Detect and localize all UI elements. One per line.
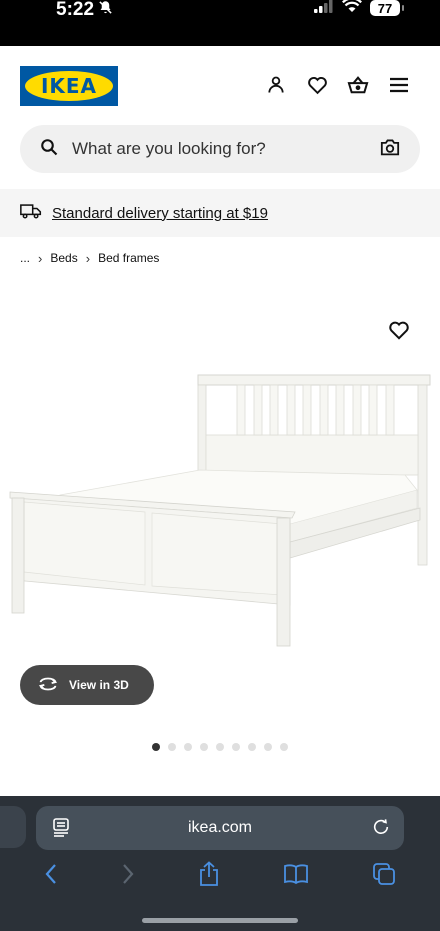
logo-oval: IKEA — [25, 71, 113, 101]
share-icon[interactable] — [198, 860, 220, 892]
breadcrumb-ellipsis[interactable]: ... — [20, 251, 30, 265]
status-time: 5:22 — [56, 0, 113, 19]
reload-icon[interactable] — [372, 817, 390, 842]
signal-icon — [314, 0, 334, 18]
safari-browser-chrome: ikea.com — [0, 796, 440, 931]
battery-level: 77 — [377, 0, 393, 16]
menu-hamburger-icon[interactable] — [388, 74, 410, 96]
search-icon — [40, 138, 58, 161]
bookmarks-book-icon[interactable] — [283, 863, 309, 890]
logo-text: IKEA — [40, 74, 98, 98]
battery-indicator: 77 — [370, 0, 404, 16]
search-bar[interactable]: What are you looking for? — [20, 125, 420, 173]
url-text[interactable]: ikea.com — [188, 819, 252, 837]
previous-tab-peek[interactable] — [0, 806, 26, 848]
silent-bell-icon — [98, 0, 113, 19]
ikea-logo[interactable]: IKEA — [20, 66, 118, 106]
header-actions — [265, 74, 410, 96]
breadcrumb: ... › Beds › Bed frames — [20, 249, 159, 267]
view-in-3d-label: View in 3D — [69, 678, 129, 692]
delivery-link[interactable]: Standard delivery starting at $19 — [52, 205, 268, 222]
home-indicator[interactable] — [142, 918, 298, 923]
rotate-3d-icon — [37, 677, 59, 694]
search-input[interactable]: What are you looking for? — [72, 139, 380, 159]
browser-toolbar — [0, 858, 440, 894]
clock: 5:22 — [56, 0, 95, 20]
carousel-dot[interactable] — [168, 743, 176, 751]
product-gallery: View in 3D — [0, 280, 440, 780]
status-bar: 5:22 77 — [0, 0, 440, 46]
delivery-banner[interactable]: Standard delivery starting at $19 — [0, 189, 440, 237]
carousel-dot[interactable] — [152, 743, 160, 751]
site-header: IKEA — [0, 46, 440, 126]
product-image-bed-frame — [9, 374, 431, 647]
breadcrumb-item-beds[interactable]: Beds — [50, 251, 77, 265]
shopping-basket-icon[interactable] — [347, 74, 369, 96]
chevron-right-icon: › — [85, 250, 91, 266]
back-chevron-icon[interactable] — [44, 863, 58, 890]
favorites-heart-icon[interactable] — [306, 74, 328, 96]
image-carousel-dots — [152, 743, 288, 751]
view-in-3d-button[interactable]: View in 3D — [20, 665, 154, 705]
delivery-truck-icon — [20, 203, 42, 224]
tabs-icon[interactable] — [372, 862, 396, 891]
carousel-dot[interactable] — [264, 743, 272, 751]
status-indicators: 77 — [314, 0, 404, 18]
camera-search-icon[interactable] — [380, 138, 400, 161]
carousel-dot[interactable] — [216, 743, 224, 751]
carousel-dot[interactable] — [184, 743, 192, 751]
chevron-right-icon: › — [38, 250, 43, 266]
forward-chevron-icon[interactable] — [121, 863, 135, 890]
breadcrumb-item-bed-frames[interactable]: Bed frames — [98, 251, 159, 265]
carousel-dot[interactable] — [232, 743, 240, 751]
address-bar[interactable]: ikea.com — [36, 806, 404, 850]
reader-mode-icon[interactable] — [52, 818, 70, 843]
carousel-dot[interactable] — [280, 743, 288, 751]
wifi-icon — [342, 0, 362, 18]
carousel-dot[interactable] — [248, 743, 256, 751]
account-icon[interactable] — [265, 74, 287, 96]
carousel-dot[interactable] — [200, 743, 208, 751]
